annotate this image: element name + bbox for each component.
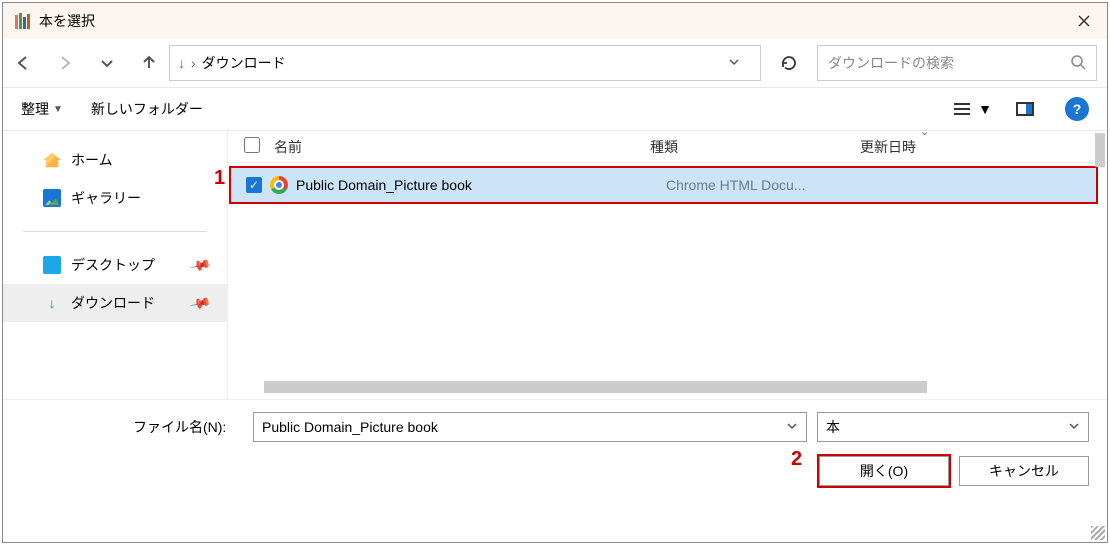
- home-icon: [43, 151, 61, 169]
- file-type: Chrome HTML Docu...: [666, 177, 876, 193]
- column-date[interactable]: 更新日時 ⌄: [860, 137, 1107, 157]
- cancel-button[interactable]: キャンセル: [959, 456, 1089, 486]
- search-placeholder: ダウンロードの検索: [828, 53, 1070, 73]
- help-button[interactable]: ?: [1065, 97, 1089, 121]
- breadcrumb-current: ダウンロード: [202, 53, 286, 73]
- sidebar-item-label: ホーム: [71, 150, 113, 170]
- file-checkbox[interactable]: ✓: [246, 177, 262, 193]
- back-button[interactable]: [13, 53, 33, 73]
- breadcrumb-dropdown[interactable]: [716, 55, 752, 71]
- body: ホーム ギャラリー デスクトップ 📌 ↓ ダウンロード 📌 1: [3, 131, 1107, 399]
- toolbar: 整理▼ 新しいフォルダー ▼ ?: [3, 87, 1107, 131]
- preview-pane-button[interactable]: [1013, 97, 1037, 121]
- select-all-checkbox[interactable]: [244, 137, 260, 153]
- desktop-icon: [43, 256, 61, 274]
- sidebar-item-downloads[interactable]: ↓ ダウンロード 📌: [3, 284, 227, 322]
- refresh-button[interactable]: [771, 45, 807, 81]
- titlebar: 本を選択: [3, 3, 1107, 39]
- sidebar-item-desktop[interactable]: デスクトップ 📌: [3, 246, 227, 284]
- file-list: 1 名前 種類 更新日時 ⌄ ✓ Public Domain_Picture b…: [228, 131, 1107, 399]
- file-name: Public Domain_Picture book: [296, 177, 666, 193]
- download-icon: ↓: [178, 55, 185, 71]
- chevron-down-icon[interactable]: [1068, 419, 1080, 435]
- annotation-2: 2: [791, 448, 802, 471]
- filetype-combo[interactable]: 本: [817, 412, 1089, 442]
- pin-icon: 📌: [188, 291, 212, 314]
- forward-button[interactable]: [55, 53, 75, 73]
- sidebar-item-home[interactable]: ホーム: [3, 141, 227, 179]
- column-name[interactable]: 名前: [274, 137, 650, 157]
- filename-label: ファイル名(N):: [133, 417, 243, 437]
- open-button[interactable]: 開く(O): [819, 456, 949, 486]
- sidebar-item-gallery[interactable]: ギャラリー: [3, 179, 227, 217]
- gallery-icon: [43, 189, 61, 207]
- pin-icon: 📌: [188, 253, 212, 276]
- close-button[interactable]: [1061, 3, 1107, 39]
- sidebar-separator: [23, 231, 207, 232]
- sidebar: ホーム ギャラリー デスクトップ 📌 ↓ ダウンロード 📌: [3, 131, 228, 399]
- new-folder-button[interactable]: 新しいフォルダー: [91, 99, 203, 119]
- breadcrumb[interactable]: ↓ › ダウンロード: [169, 45, 761, 81]
- file-row[interactable]: ✓ Public Domain_Picture book Chrome HTML…: [230, 167, 1097, 203]
- organize-menu[interactable]: 整理▼: [21, 99, 63, 119]
- breadcrumb-separator: ›: [191, 55, 196, 71]
- column-type[interactable]: 種類: [650, 137, 860, 157]
- chevron-down-icon[interactable]: [786, 419, 798, 435]
- window-title: 本を選択: [39, 11, 1061, 31]
- chrome-icon: [270, 176, 288, 194]
- sidebar-item-label: デスクトップ: [71, 255, 155, 275]
- scrollbar-horizontal[interactable]: [264, 381, 927, 393]
- column-headers: 名前 種類 更新日時 ⌄: [228, 131, 1107, 163]
- search-icon: [1070, 54, 1086, 73]
- view-menu[interactable]: ▼: [961, 97, 985, 121]
- resize-grip[interactable]: [1091, 526, 1105, 540]
- annotation-1: 1: [214, 167, 225, 190]
- file-open-dialog: 本を選択 ↓ › ダウンロード ダウンロードの検索 整理▼ 新しいフォルダー: [2, 2, 1108, 543]
- sort-indicator-icon: ⌄: [920, 125, 929, 138]
- sidebar-item-label: ギャラリー: [71, 188, 141, 208]
- bottom-panel: ファイル名(N): Public Domain_Picture book 本 2…: [3, 399, 1107, 498]
- app-icon: [15, 13, 31, 29]
- search-input[interactable]: ダウンロードの検索: [817, 45, 1097, 81]
- up-button[interactable]: [139, 53, 159, 73]
- recent-dropdown[interactable]: [97, 53, 117, 73]
- sidebar-item-label: ダウンロード: [71, 293, 155, 313]
- nav-row: ↓ › ダウンロード ダウンロードの検索: [3, 39, 1107, 87]
- filename-input[interactable]: Public Domain_Picture book: [253, 412, 807, 442]
- download-icon: ↓: [43, 294, 61, 312]
